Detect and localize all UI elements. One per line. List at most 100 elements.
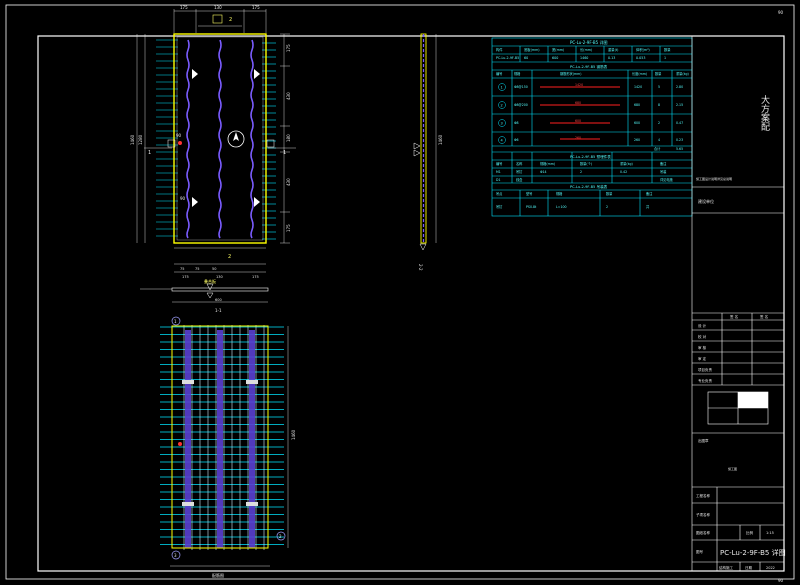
table-rebar-shape-len: 1420 (575, 83, 583, 87)
table-embed-header: 备注 (660, 161, 667, 166)
dim-right-2: 430 (286, 92, 291, 100)
table-embed-cell: 详见电施 (660, 177, 674, 182)
table-rebar-header: 规格 (514, 71, 521, 76)
table-main-header: 重量(t) (608, 47, 618, 52)
table-rebar-spec: Φ6 (514, 138, 519, 142)
plan-truss-band (217, 330, 223, 548)
dim-right-1: 175 (286, 44, 291, 52)
project-name-label: 工程名称 (696, 493, 710, 498)
title-block (691, 36, 784, 571)
table-embed-header: 数量(个) (580, 161, 592, 166)
table-rebar-len: 600 (634, 121, 640, 125)
table-main-header: 体积(m³) (636, 47, 650, 52)
dim-left-1: 1460 (130, 134, 135, 145)
stamp-label: 出图章 (698, 438, 709, 443)
sign-row-label: 审 核 (698, 345, 707, 350)
table-rebar-header: 重量(kg) (676, 71, 689, 76)
mid-label: 90 (180, 196, 186, 201)
cad-drawing-canvas[interactable]: 90 90 175 130 175 2 1 1 90 90 1460 1280 … (0, 0, 800, 585)
sign-header-1: 签 名 (730, 314, 738, 319)
lift-point-3[interactable] (192, 197, 198, 207)
table-lift-header: 备注 (646, 191, 653, 196)
lift-point-2[interactable] (254, 69, 260, 79)
table-main-header: 长(mm) (580, 47, 592, 52)
sheet-label: 结构施工 (719, 565, 733, 570)
dim-top-3: 175 (252, 5, 260, 10)
sign-row-label: 设 计 (698, 323, 707, 328)
note-line: 施工图设计说明详见总说明 (696, 176, 732, 181)
table-rebar-header: 长度(mm) (632, 71, 647, 76)
table-rebar-wt: 2.15 (676, 103, 683, 107)
callout-1: 1 (174, 319, 177, 324)
plan-truss-band (249, 330, 255, 548)
table-main-cell: PC-Lu-2-9F-B5 (496, 56, 519, 60)
table-rebar-len: 680 (634, 103, 640, 107)
table-rebar-header: 编号 (496, 71, 502, 76)
callout-3: 3 (174, 553, 177, 558)
table-main-header: 底板(mm) (524, 47, 540, 52)
table-embed-cell: 线盒 (516, 177, 523, 182)
table-rebar-shape-len: 680 (575, 101, 581, 105)
table-embed-cell: 吊装 (660, 169, 667, 174)
table-embed-header: 重量(kg) (620, 161, 633, 166)
sign-row-label: 校 对 (698, 334, 707, 339)
section-dim-total: 600 (215, 298, 222, 302)
table-embed-cell: D1 (496, 178, 500, 182)
stamp-fill (738, 392, 768, 408)
dim-bottom-2: 75 (195, 267, 199, 271)
sign-row-label: 项目负责 (698, 367, 712, 372)
table-rebar-spec: Φ8@200 (514, 103, 528, 107)
table-embed-cell: 2 (580, 170, 582, 174)
table-rebar-header: 数量 (655, 71, 662, 76)
dim-bottom-6: 175 (252, 275, 259, 279)
dim-top-2: 130 (214, 5, 222, 10)
table-rebar-len: 260 (634, 138, 640, 142)
table-rebar-total-label: 合计 (654, 146, 661, 151)
company-name: 大方案配 (759, 94, 770, 132)
table-rebar-len: 1420 (634, 85, 642, 89)
section-callout: 叠合板 (204, 278, 216, 284)
drawing-name-label: 图纸名称 (696, 530, 710, 535)
table-rebar-title: PC-Lu-2-9F-B5 钢筋表 (570, 64, 608, 69)
table-embed-cell: 0.42 (620, 170, 627, 174)
truss-rebar-3 (250, 39, 254, 239)
lift-point-1[interactable] (192, 69, 198, 79)
dim-right-4: 430 (286, 178, 291, 186)
dim-bottom-1: 75 (180, 267, 184, 271)
table-rebar-spec: Φ8 (514, 121, 519, 125)
table-lift-header: 型号 (526, 191, 532, 196)
plan-bottom-label: 配筋图 (212, 572, 224, 578)
scale-label: 比例 (746, 530, 754, 535)
table-embed-cell: 吊钉 (516, 169, 523, 174)
table-main-header: 宽(mm) (552, 47, 564, 52)
plan-lift-mark (182, 502, 194, 506)
table-rebar-header: 钢筋形状(mm) (560, 71, 581, 76)
table-embed-header: 名称 (516, 161, 523, 166)
table-rebar-no: 1 (501, 86, 503, 90)
lift-point-4[interactable] (254, 197, 260, 207)
table-rebar-total: 5.65 (676, 147, 683, 151)
table-embed-title: PC-Lu-2-9F-B5 预埋件表 (570, 154, 611, 159)
table-lift-header: 吊点 (496, 191, 503, 196)
section-mark-right: 1 (283, 150, 286, 156)
date-value: 2022 (766, 566, 775, 570)
table-lift-cell: PS0.8t (526, 205, 537, 209)
dim-left-2: 1280 (138, 134, 143, 145)
table-rebar-shape-len: 600 (575, 119, 581, 123)
table-rebar-wt: 2.80 (676, 85, 683, 89)
plan-lift-mark (246, 502, 258, 506)
table-lift-cell: 共 (646, 204, 650, 209)
table-lift-title: PC-Lu-2-9F-B5 吊装表 (570, 184, 608, 189)
side-dim-vertical: 1460 (438, 134, 443, 145)
table-rebar-no: 4 (501, 139, 504, 143)
table-rebar-qty: 8 (658, 103, 660, 107)
corner-mark-top: 90 (778, 10, 784, 15)
plan-dim-right: 1460 (291, 429, 296, 440)
table-lift-cell: 2 (606, 205, 608, 209)
table-lift-header: 数量 (606, 191, 613, 196)
corner-mark-bottom: 90 (778, 578, 784, 583)
table-rebar-spec: Φ8@150 (514, 85, 528, 89)
table-main-cell: 600 (552, 56, 558, 60)
dim-top-1: 175 (180, 5, 188, 10)
table-lift-cell: L=100 (556, 205, 567, 209)
